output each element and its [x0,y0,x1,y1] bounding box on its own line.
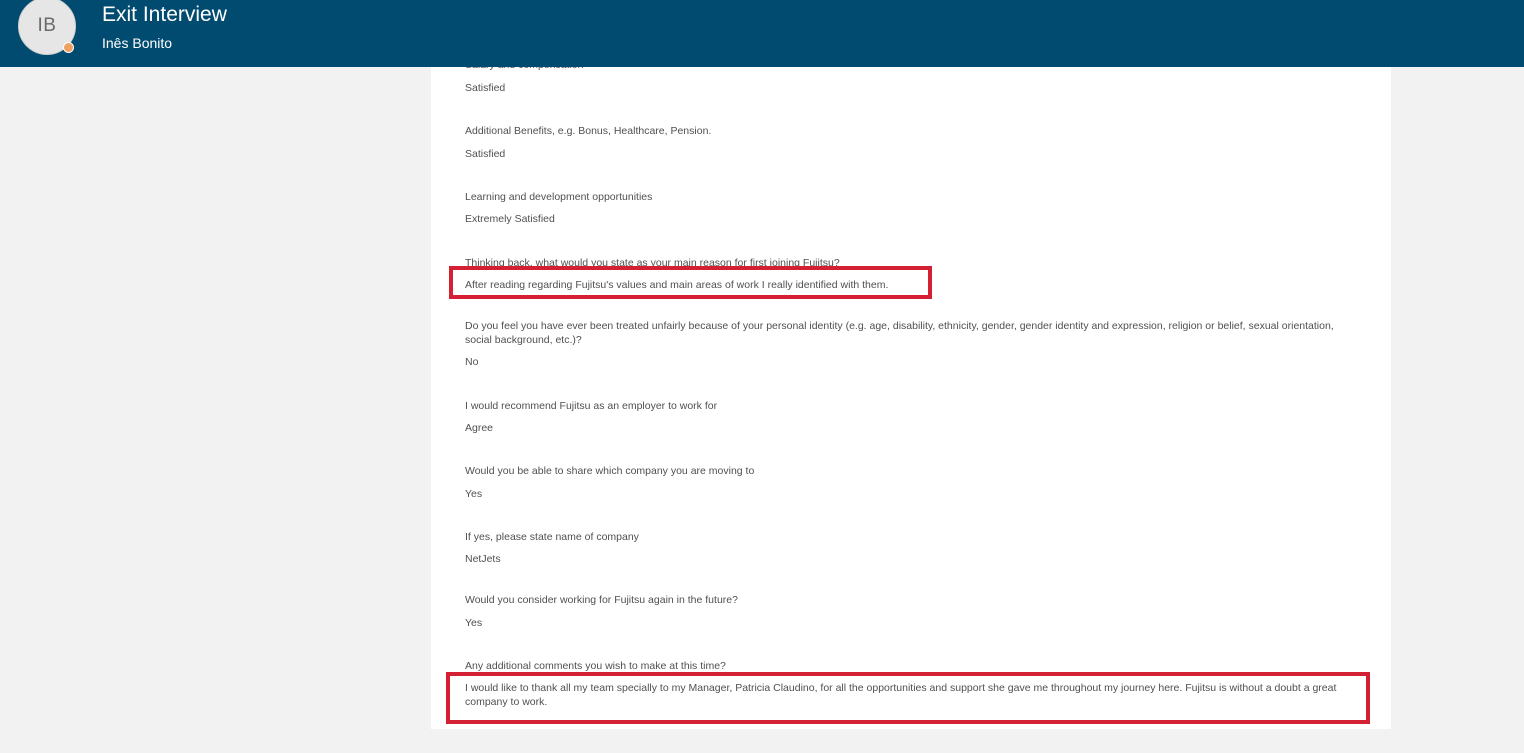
answer-value: Yes [465,617,483,629]
qa-item: Do you feel you have ever been treated u… [465,319,1345,369]
answer-value: Satisfied [465,82,506,94]
question-label: Do you feel you have ever been treated u… [465,320,1334,346]
question-label: Additional Benefits, e.g. Bonus, Healthc… [465,125,712,137]
page-title: Exit Interview [102,3,227,26]
avatar-initials: IB [37,15,57,36]
question-label: Any additional comments you wish to make… [465,660,726,672]
question-label: If yes, please state name of company [465,531,639,543]
answer-value: Extremely Satisfied [465,213,555,225]
question-label: Learning and development opportunities [465,191,653,203]
answer-value: After reading regarding Fujitsu's values… [465,279,889,291]
question-label: Would you consider working for Fujitsu a… [465,594,738,606]
qa-item: Additional Benefits, e.g. Bonus, Healthc… [465,124,1345,161]
answer-value: Agree [465,422,494,434]
app-header: IB Exit Interview Inês Bonito [0,0,1524,67]
answer-value: No [465,356,479,368]
answer-value: Yes [465,488,483,500]
answer-value: I would like to thank all my team specia… [465,682,1337,708]
question-label: Thinking back, what would you state as y… [465,257,840,269]
answer-value: NetJets [465,553,501,565]
qa-item: Any additional comments you wish to make… [465,659,1345,709]
employee-name: Inês Bonito [102,35,173,51]
presence-status-icon [63,42,74,53]
qa-item: Would you consider working for Fujitsu a… [465,593,1345,630]
response-panel[interactable]: Salary and compensation Satisfied Additi… [431,0,1391,729]
qa-item: I would recommend Fujitsu as an employer… [465,399,1345,435]
question-label: I would recommend Fujitsu as an employer… [465,400,718,412]
answer-value: Satisfied [465,148,506,160]
qa-item: If yes, please state name of company Net… [465,530,1345,566]
question-label: Would you be able to share which company… [465,465,755,477]
qa-item: Thinking back, what would you state as y… [465,256,1345,292]
qa-item: Learning and development opportunities E… [465,190,1345,226]
qa-item: Would you be able to share which company… [465,464,1345,501]
